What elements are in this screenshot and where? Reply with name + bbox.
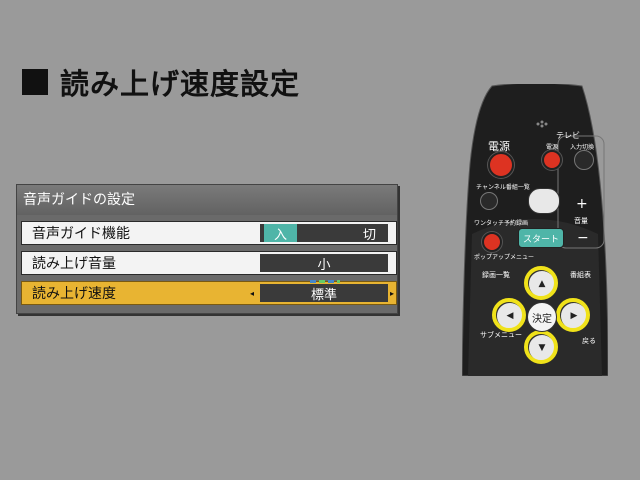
- popup-menu-label: ポップアップメニュー: [474, 254, 535, 261]
- left-highlight-ring: [492, 298, 526, 332]
- enter-button[interactable]: 決定: [527, 302, 557, 332]
- speed-value[interactable]: 標準: [260, 280, 388, 303]
- tv-input-button[interactable]: [574, 150, 594, 170]
- remote-control: 電源 テレビ 電源 入力切換 チャンネル番組一覧 + 音量 − ワンタッチ予約録…: [462, 84, 608, 376]
- volume-plus[interactable]: +: [576, 196, 588, 212]
- record-button[interactable]: [482, 232, 502, 252]
- channel-list-label: チャンネル番組一覧: [476, 184, 530, 191]
- row-label: 音声ガイド機能: [32, 226, 130, 242]
- indicator-dots: [310, 280, 340, 283]
- tv-power-button[interactable]: [542, 150, 562, 170]
- toggle-on[interactable]: 入: [264, 224, 298, 243]
- row-read-speed[interactable]: 読み上げ速度 ◂ 標準 ▸: [21, 280, 397, 305]
- settings-panel: 音声ガイドの設定 音声ガイド機能 入 切 読み上げ音量 小 読み上げ速度 ◂ 標…: [16, 184, 398, 314]
- panel-header: 音声ガイドの設定: [17, 185, 397, 215]
- row-voice-guide[interactable]: 音声ガイド機能 入 切: [21, 221, 397, 245]
- right-highlight-ring: [556, 298, 590, 332]
- rec-list-label: 録画一覧: [482, 271, 510, 279]
- toggle-off[interactable]: 切: [363, 224, 388, 243]
- volume-label: 音量: [574, 217, 588, 225]
- left-arrow-icon[interactable]: ◂: [250, 289, 254, 298]
- row-read-volume[interactable]: 読み上げ音量 小: [21, 251, 397, 275]
- back-label: 戻る: [582, 337, 596, 345]
- guide-label: 番組表: [570, 271, 591, 279]
- channel-list-button[interactable]: [480, 192, 498, 210]
- submenu-label: サブメニュー: [480, 331, 522, 339]
- power-button[interactable]: [488, 152, 514, 178]
- volume-value[interactable]: 小: [260, 254, 388, 273]
- mic-button[interactable]: [528, 188, 560, 214]
- volume-minus[interactable]: −: [577, 230, 589, 246]
- tv-label: テレビ: [556, 131, 580, 140]
- page-title-text: 読み上げ速度設定: [60, 67, 301, 101]
- row-label: 読み上げ速度: [32, 286, 116, 302]
- one-touch-label: ワンタッチ予約録画: [474, 220, 529, 227]
- right-arrow-icon[interactable]: ▸: [390, 289, 394, 298]
- toggle-value[interactable]: 入 切: [260, 224, 388, 243]
- page-title: 読み上げ速度設定: [22, 64, 301, 101]
- start-button[interactable]: スタート: [518, 228, 564, 248]
- up-highlight-ring: [524, 266, 558, 300]
- down-highlight-ring: [524, 330, 558, 364]
- speed-value-text: 標準: [310, 287, 337, 303]
- title-square-icon: [22, 69, 48, 95]
- row-label: 読み上げ音量: [32, 256, 116, 272]
